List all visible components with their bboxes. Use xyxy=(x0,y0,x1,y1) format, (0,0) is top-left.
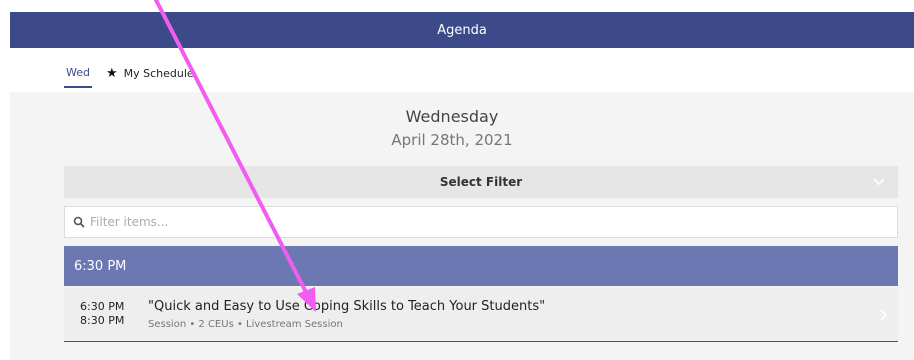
search-input[interactable] xyxy=(90,215,870,229)
date-heading: April 28th, 2021 xyxy=(391,131,513,149)
chevron-down-icon xyxy=(873,178,885,186)
search-box xyxy=(64,206,898,238)
filter-dropdown[interactable]: Select Filter xyxy=(64,166,898,198)
tab-wed[interactable]: Wed xyxy=(64,58,92,88)
time-group-header: 6:30 PM xyxy=(64,246,898,286)
tab-label: Wed xyxy=(66,65,90,79)
session-row[interactable]: 6:30 PM 8:30 PM "Quick and Easy to Use C… xyxy=(64,288,898,342)
session-end: 8:30 PM xyxy=(80,314,125,327)
session-meta: Session • 2 CEUs • Livestream Session xyxy=(148,319,343,330)
time-group-label: 6:30 PM xyxy=(74,258,127,274)
session-title: "Quick and Easy to Use Coping Skills to … xyxy=(148,299,546,314)
page-title: Agenda xyxy=(437,22,487,38)
star-icon: ★ xyxy=(105,65,118,81)
tab-my-schedule[interactable]: ★ My Schedule xyxy=(106,58,194,88)
filter-label: Select Filter xyxy=(439,175,523,189)
chevron-right-icon xyxy=(880,309,888,321)
session-start: 6:30 PM xyxy=(80,300,125,313)
session-times: 6:30 PM 8:30 PM xyxy=(80,300,124,328)
search-icon xyxy=(73,216,85,228)
app-header: Agenda xyxy=(10,12,914,48)
tab-label: My Schedule xyxy=(123,66,194,80)
day-heading: Wednesday xyxy=(405,107,499,126)
day-tabs: Wed ★ My Schedule xyxy=(64,58,194,88)
